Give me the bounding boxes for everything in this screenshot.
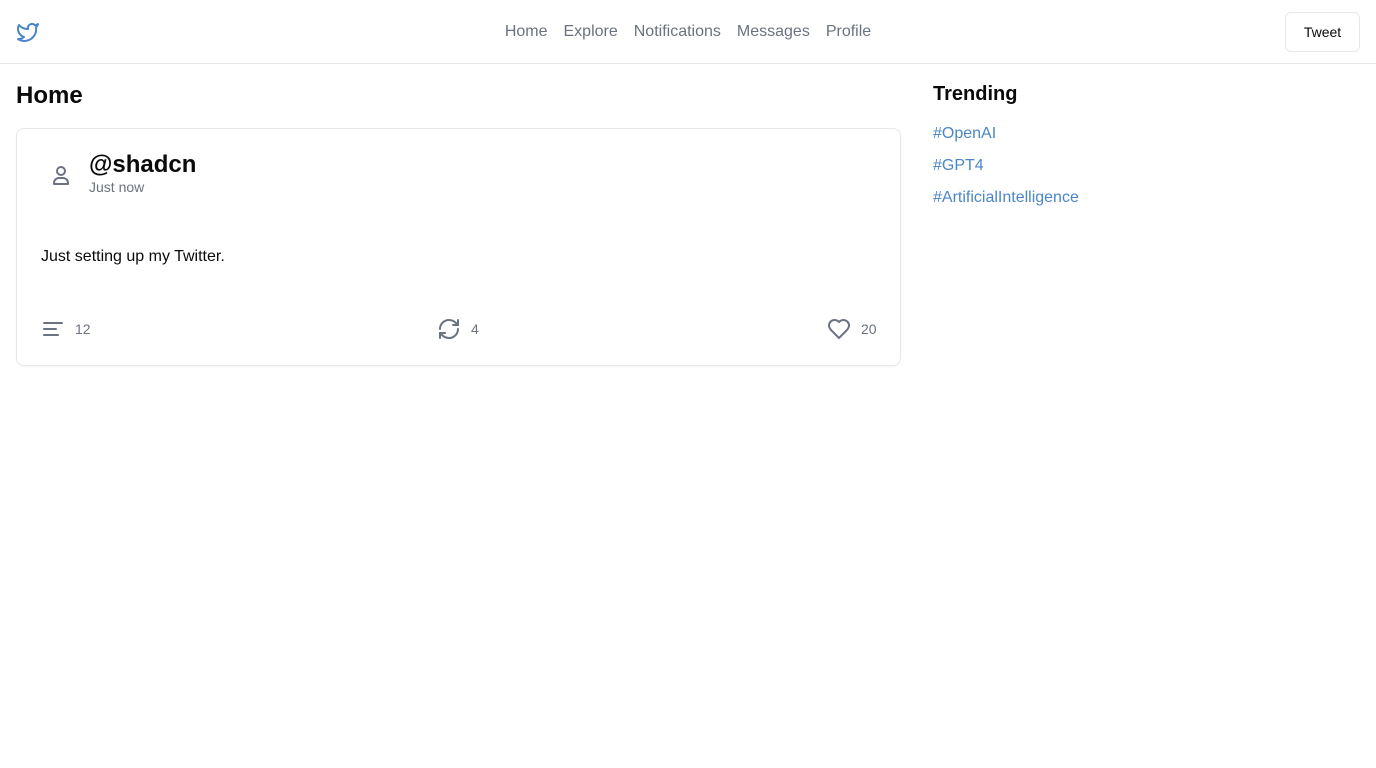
trend-link-openai[interactable]: #OpenAI — [933, 125, 996, 142]
trending-title: Trending — [933, 83, 1018, 105]
retweet-count: 4 — [471, 321, 479, 337]
nav-notifications[interactable]: Notifications — [634, 23, 721, 41]
list-item: #ArtificialIntelligence — [933, 189, 1079, 221]
main-nav: Home Explore Notifications Messages Prof… — [0, 0, 1376, 64]
like-count: 20 — [861, 321, 877, 337]
nav-home[interactable]: Home — [505, 23, 548, 41]
tweet-text: Just setting up my Twitter. — [41, 248, 225, 265]
twitter-bird-icon[interactable] — [16, 20, 40, 44]
tweet-button[interactable]: Tweet — [1285, 12, 1360, 52]
nav-explore[interactable]: Explore — [564, 23, 618, 41]
heart-icon — [828, 319, 850, 339]
trend-link-artificialintelligence[interactable]: #ArtificialIntelligence — [933, 189, 1079, 206]
trending-list: #OpenAI #GPT4 #ArtificialIntelligence — [933, 125, 1079, 221]
user-icon[interactable] — [49, 163, 73, 187]
retweet-icon — [439, 319, 459, 339]
list-item: #OpenAI — [933, 125, 1079, 157]
tweet-card: @shadcn Just now Just setting up my Twit… — [16, 128, 901, 366]
page-title: Home — [16, 82, 83, 109]
nav-profile[interactable]: Profile — [826, 23, 871, 41]
like-button[interactable]: 20 — [827, 315, 877, 343]
nav-messages[interactable]: Messages — [737, 23, 810, 41]
reply-count: 12 — [75, 321, 91, 337]
retweet-button[interactable]: 4 — [437, 315, 479, 343]
trend-link-gpt4[interactable]: #GPT4 — [933, 157, 984, 174]
tweet-timestamp: Just now — [89, 179, 145, 195]
tweet-author-handle[interactable]: @shadcn — [89, 149, 196, 181]
top-bar: Home Explore Notifications Messages Prof… — [0, 0, 1376, 64]
list-item: #GPT4 — [933, 157, 1079, 189]
reply-lines-icon — [43, 322, 63, 336]
reply-button[interactable]: 12 — [41, 315, 91, 343]
